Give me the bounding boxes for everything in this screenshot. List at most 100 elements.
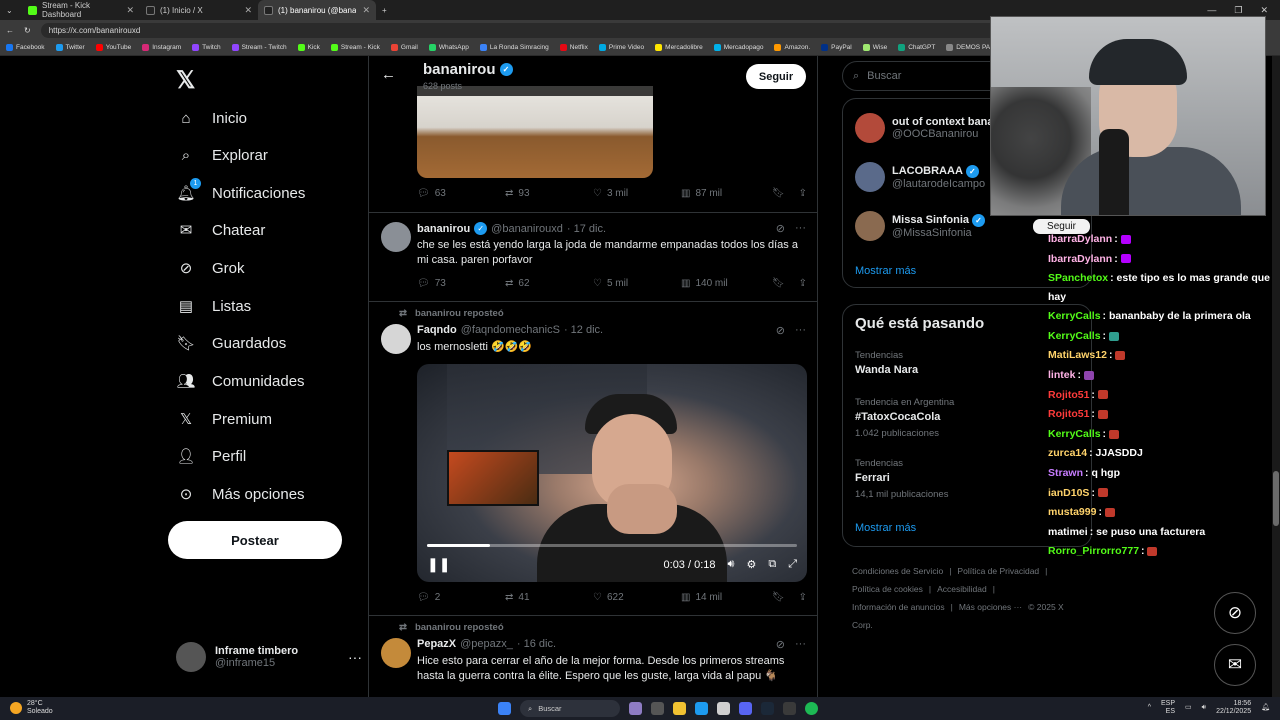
bookmark-item[interactable]: Netflix	[559, 44, 588, 51]
avatar[interactable]	[381, 222, 411, 252]
minimize-icon[interactable]: —	[1207, 5, 1216, 16]
bookmark-item[interactable]: Mercadopago	[713, 44, 763, 51]
show-more-link[interactable]: Mostrar más	[855, 265, 916, 277]
bookmark-item[interactable]: Kick	[297, 44, 320, 51]
nav-item-inicio[interactable]: ⌂ Inicio	[176, 108, 247, 128]
nav-item-grok[interactable]: ⊘ Grok	[176, 258, 245, 278]
footer-link[interactable]: Más opciones ···	[959, 602, 1022, 612]
volume-icon[interactable]: 🔊︎	[728, 558, 735, 571]
repost-button[interactable]: ⇄ 41	[505, 592, 593, 603]
chat-username[interactable]: KerryCalls	[1048, 330, 1101, 342]
reload-icon[interactable]: ↻	[24, 26, 31, 35]
tab-menu-button[interactable]: ⌄	[0, 0, 22, 20]
browser-tab-active[interactable]: (1) bananirou (@bananirouxd ✕	[258, 0, 376, 20]
more-icon[interactable]: ···	[795, 638, 806, 651]
scrollbar-thumb[interactable]	[1273, 471, 1279, 526]
nav-item-listas[interactable]: ▤ Listas	[176, 296, 251, 316]
tweet-author-handle[interactable]: @bananirouxd	[491, 223, 563, 235]
chat-username[interactable]: Rojito51	[1048, 408, 1089, 420]
bookmark-item[interactable]: Wise	[862, 44, 887, 51]
fullscreen-icon[interactable]: ⤢	[788, 558, 797, 571]
taskbar-search[interactable]: ⌕ Buscar	[520, 700, 620, 717]
bookmark-icon[interactable]: 🔖︎	[772, 188, 785, 199]
bookmark-icon[interactable]: 🔖︎	[772, 278, 785, 289]
browser-tab[interactable]: (1) Inicio / X ✕	[140, 0, 258, 20]
bookmark-item[interactable]: Facebook	[6, 44, 45, 51]
show-more-link[interactable]: Mostrar más	[855, 522, 916, 534]
grok-icon[interactable]: ⊘	[776, 222, 785, 235]
bookmark-item[interactable]: YouTube	[95, 44, 131, 51]
avatar[interactable]	[381, 638, 411, 668]
browser-tab[interactable]: Stream - Kick Dashboard ✕	[22, 0, 140, 20]
bookmark-item[interactable]: Instagram	[142, 44, 181, 51]
chat-username[interactable]: zurca14	[1048, 447, 1087, 459]
follow-button[interactable]: Seguir	[746, 64, 806, 89]
edge-icon[interactable]	[695, 702, 708, 715]
steam-icon[interactable]	[761, 702, 774, 715]
nav-item-más-opciones[interactable]: ⊙ Más opciones	[176, 484, 305, 504]
back-arrow-icon[interactable]: ←	[381, 66, 396, 83]
chat-username[interactable]: Strawn	[1048, 467, 1083, 479]
bookmark-icon[interactable]: 🔖︎	[772, 592, 785, 603]
chrome-icon[interactable]	[717, 702, 730, 715]
chat-username[interactable]: matimei	[1048, 526, 1088, 538]
bookmark-item[interactable]: Twitter	[55, 44, 85, 51]
views-button[interactable]: ▥ 140 mil	[681, 278, 771, 289]
bookmark-item[interactable]: ChatGPT	[898, 44, 935, 51]
views-button[interactable]: ▥ 14 mil	[681, 592, 771, 603]
maximize-icon[interactable]: ❐	[1234, 5, 1242, 16]
bookmark-item[interactable]: Twitch	[192, 44, 221, 51]
bookmark-item[interactable]: Gmail	[390, 44, 418, 51]
app-icon[interactable]	[629, 702, 642, 715]
tweet-author-handle[interactable]: @pepazx_	[460, 638, 513, 650]
chat-username[interactable]: Rojito51	[1048, 389, 1089, 401]
bookmark-item[interactable]: PayPal	[821, 44, 852, 51]
reply-button[interactable]: 💬︎ 2	[417, 592, 505, 603]
follow-suggestion[interactable]: LACOBRAAA ✓ @lautarodeIcampo	[855, 162, 985, 192]
more-icon[interactable]: ···	[348, 649, 362, 665]
tweet[interactable]: Faqndo @faqndomechanicS · 12 dic. ⊘ ··· l…	[369, 322, 817, 362]
nav-item-perfil[interactable]: 👤︎ Perfil	[176, 446, 246, 466]
footer-link[interactable]: Condiciones de Servicio	[852, 566, 943, 576]
close-window-icon[interactable]: ✕	[1260, 5, 1268, 16]
like-button[interactable]: ♡ 3 mil	[593, 188, 681, 199]
task-view-icon[interactable]	[651, 702, 664, 715]
like-button[interactable]: ♡ 5 mil	[593, 278, 681, 289]
chat-username[interactable]: MatiLaws12	[1048, 349, 1107, 361]
new-tab-button[interactable]: +	[376, 0, 396, 20]
chat-username[interactable]: KerryCalls	[1048, 428, 1101, 440]
nav-item-explorar[interactable]: ⌕ Explorar	[176, 145, 268, 165]
tweet-author-handle[interactable]: @faqndomechanicS	[461, 324, 560, 336]
chat-username[interactable]: SPanchetox	[1048, 272, 1108, 284]
avatar[interactable]	[855, 211, 885, 241]
grok-floating-button[interactable]: ⊘	[1214, 592, 1256, 634]
views-button[interactable]: ▥ 87 mil	[681, 188, 771, 199]
footer-link[interactable]: Accesibilidad	[937, 584, 987, 594]
tweet-date[interactable]: · 12 dic.	[564, 324, 603, 336]
reply-button[interactable]: 💬︎ 73	[417, 278, 505, 289]
weather-widget[interactable]: 28°C Soleado	[10, 700, 53, 716]
repost-button[interactable]: ⇄ 93	[505, 188, 593, 199]
nav-item-guardados[interactable]: 🔖︎ Guardados	[176, 333, 286, 353]
repost-button[interactable]: ⇄ 62	[505, 278, 593, 289]
nav-item-comunidades[interactable]: 👥︎ Comunidades	[176, 371, 304, 391]
share-icon[interactable]: ⇪	[799, 592, 807, 603]
tweet-image[interactable]	[417, 86, 653, 178]
trend-item[interactable]: Ferrari	[855, 472, 890, 484]
pip-icon[interactable]: ⧉	[768, 558, 776, 571]
chevron-up-icon[interactable]: ^	[1148, 704, 1151, 712]
network-icon[interactable]: ▭	[1185, 704, 1192, 712]
tweet-author-name[interactable]: PepazX	[417, 638, 456, 650]
tweet-author-name[interactable]: Faqndo	[417, 324, 457, 336]
close-tab-icon[interactable]: ✕	[244, 5, 252, 16]
avatar[interactable]	[855, 113, 885, 143]
footer-link[interactable]: Información de anuncios	[852, 602, 945, 612]
back-arrow-icon[interactable]: ←	[6, 26, 14, 35]
x-logo-icon[interactable]: 𝕏	[176, 66, 195, 95]
nav-item-notificaciones[interactable]: 🔔︎ 1 Notificaciones	[176, 178, 305, 203]
reply-button[interactable]: 💬︎ 63	[417, 188, 505, 199]
share-icon[interactable]: ⇪	[799, 278, 807, 289]
volume-icon[interactable]: 🔊︎	[1202, 704, 1206, 712]
grok-icon[interactable]: ⊘	[776, 324, 785, 337]
file-explorer-icon[interactable]	[673, 702, 686, 715]
